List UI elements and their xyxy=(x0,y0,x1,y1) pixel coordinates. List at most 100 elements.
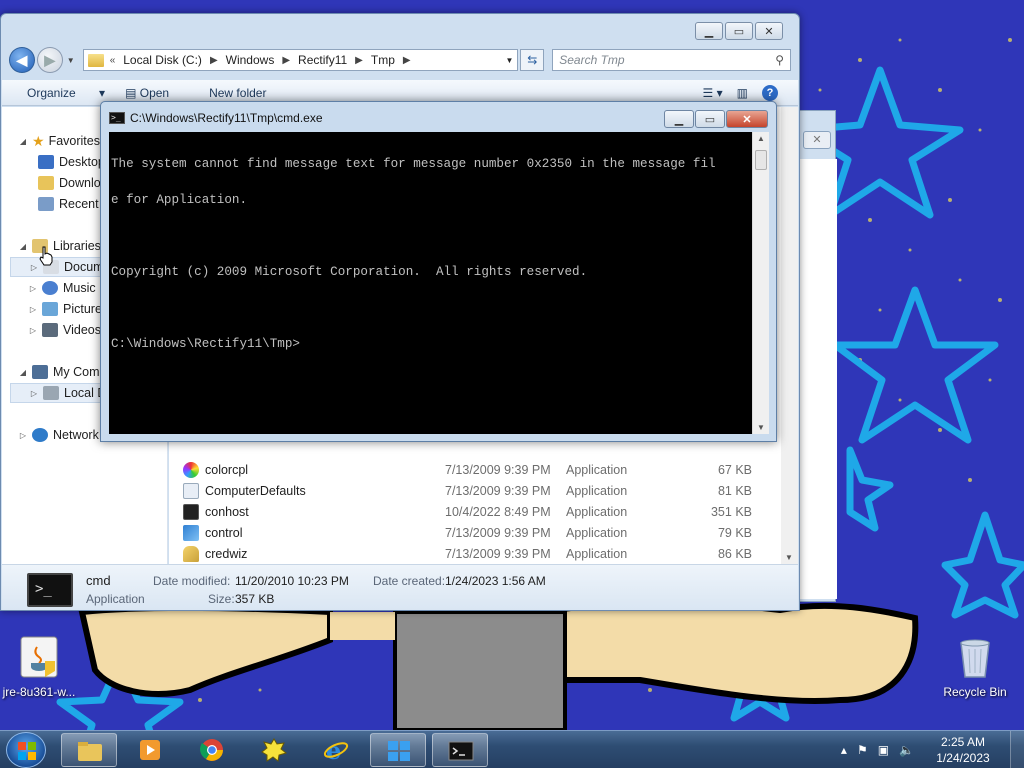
scroll-up-icon[interactable]: ▲ xyxy=(757,134,765,143)
console-prompt[interactable]: C:\Windows\Rectify11\Tmp> xyxy=(111,338,752,351)
cmd-window[interactable]: >_ C:\Windows\Rectify11\Tmp\cmd.exe ▁ ▭ … xyxy=(100,101,777,442)
file-row-control[interactable]: control 7/13/2009 9:39 PM Application 79… xyxy=(183,522,783,543)
collapse-arrow-icon[interactable]: ◢ xyxy=(18,242,28,251)
collapse-arrow-icon[interactable]: ◢ xyxy=(18,137,28,146)
recent-pages-dropdown[interactable]: ▼ xyxy=(67,56,79,65)
breadcrumb-rectify11[interactable]: Rectify11 xyxy=(298,53,347,67)
organize-button[interactable]: Organize ▾ xyxy=(27,86,105,100)
recycle-bin-icon xyxy=(951,633,999,681)
expand-arrow-icon[interactable]: ▷ xyxy=(29,389,39,398)
expand-arrow-icon[interactable]: ▷ xyxy=(28,326,38,335)
taskbar-bin-app[interactable] xyxy=(246,733,302,767)
breadcrumb-local-disk[interactable]: Local Disk (C:) xyxy=(123,53,202,67)
close-button[interactable]: ✕ xyxy=(726,110,768,128)
search-placeholder: Search Tmp xyxy=(559,53,625,67)
date-modified-label: Date modified: xyxy=(153,574,231,588)
address-dropdown[interactable]: ▼ xyxy=(505,56,513,65)
expand-arrow-icon[interactable]: ▷ xyxy=(28,305,38,314)
folder-icon xyxy=(78,742,102,761)
breadcrumb-separator[interactable]: ▶ xyxy=(282,55,290,66)
drive-icon xyxy=(43,386,59,400)
nav-item-libraries[interactable]: ◢ Libraries xyxy=(18,236,101,256)
nav-item-recent[interactable]: Recent xyxy=(38,194,99,214)
show-desktop-button[interactable] xyxy=(1010,731,1024,768)
help-icon[interactable]: ? xyxy=(762,84,778,101)
file-row-credwiz[interactable]: credwiz 7/13/2009 9:39 PM Application 86… xyxy=(183,543,783,564)
expand-arrow-icon[interactable]: ▷ xyxy=(28,284,38,293)
file-list-scrollbar[interactable]: ▼ xyxy=(781,107,798,564)
address-bar[interactable]: « Local Disk (C:) ▶ Windows ▶ Rectify11 … xyxy=(82,49,519,71)
file-row-conhost[interactable]: conhost 10/4/2022 8:49 PM Application 35… xyxy=(183,501,783,522)
breadcrumb-separator[interactable]: ▶ xyxy=(403,55,411,66)
videos-icon xyxy=(42,323,58,337)
file-row-computerdefaults[interactable]: ComputerDefaults 7/13/2009 9:39 PM Appli… xyxy=(183,480,783,501)
breadcrumb-overflow[interactable]: « xyxy=(110,55,116,66)
hand-cursor-icon xyxy=(39,246,53,269)
refresh-button[interactable]: ⇆ xyxy=(520,49,545,71)
close-button[interactable]: ✕ xyxy=(755,22,783,40)
volume-icon[interactable]: 🔈 xyxy=(899,743,914,757)
size-label: Size: xyxy=(208,592,235,606)
scroll-down-icon[interactable]: ▼ xyxy=(757,423,765,432)
taskbar-start-menu-app[interactable] xyxy=(370,733,426,767)
forward-button[interactable]: ▶ xyxy=(36,47,63,73)
desktop-icon-recycle-bin[interactable]: Recycle Bin xyxy=(936,633,1014,699)
expand-arrow-icon[interactable]: ▷ xyxy=(29,263,39,272)
bin-app-icon xyxy=(261,738,287,762)
breadcrumb-tmp[interactable]: Tmp xyxy=(371,53,395,67)
taskbar-internet-explorer[interactable]: e xyxy=(308,733,364,767)
desktop-icon-label: Recycle Bin xyxy=(943,685,1007,699)
clock[interactable]: 2:25 AM 1/24/2023 xyxy=(924,734,1002,766)
preview-pane-button[interactable]: ▥ xyxy=(737,86,748,100)
folder-icon xyxy=(87,53,104,67)
console-icon: >_ xyxy=(109,112,125,124)
start-button[interactable] xyxy=(6,732,46,768)
console-icon xyxy=(183,503,199,520)
action-center-flag-icon[interactable]: ⚑ xyxy=(857,743,868,757)
details-pane: >_ cmd Application Date modified: 11/20/… xyxy=(2,564,798,610)
breadcrumb-separator[interactable]: ▶ xyxy=(210,55,218,66)
close-icon[interactable]: ✕ xyxy=(803,131,831,149)
network-icon[interactable]: ▣ xyxy=(878,743,889,757)
navigation-bar: ◀ ▶ ▼ « Local Disk (C:) ▶ Windows ▶ Rect… xyxy=(9,46,791,74)
expand-arrow-icon[interactable]: ▷ xyxy=(18,431,28,440)
size-value: 357 KB xyxy=(235,592,275,606)
scroll-down-icon[interactable]: ▼ xyxy=(785,553,793,562)
maximize-button[interactable]: ▭ xyxy=(695,110,725,128)
nav-item-desktop[interactable]: Desktop xyxy=(38,152,105,172)
minimize-button[interactable]: ▁ xyxy=(695,22,723,40)
nav-item-pictures[interactable]: ▷ Pictures xyxy=(28,299,108,319)
search-input[interactable]: Search Tmp ⚲ xyxy=(552,49,791,71)
desktop-icon-java-installer[interactable]: jre-8u361-w... xyxy=(0,633,78,699)
taskbar-chrome[interactable] xyxy=(184,733,240,767)
new-folder-button[interactable]: New folder xyxy=(209,86,266,100)
nav-item-favorites[interactable]: ◢ ★ Favorites xyxy=(18,131,100,151)
nav-item-videos[interactable]: ▷ Videos xyxy=(28,320,101,340)
show-hidden-icons-icon[interactable]: ▴ xyxy=(841,743,847,757)
open-button[interactable]: ▤ Open xyxy=(125,86,189,100)
media-player-icon xyxy=(140,740,160,760)
color-icon xyxy=(183,461,199,478)
breadcrumb-windows[interactable]: Windows xyxy=(226,53,275,67)
taskbar-explorer[interactable] xyxy=(61,733,117,767)
scroll-thumb[interactable] xyxy=(755,150,767,170)
collapse-arrow-icon[interactable]: ◢ xyxy=(18,368,28,377)
key-icon xyxy=(183,545,199,562)
taskbar-media-player[interactable] xyxy=(122,733,178,767)
cmd-scrollbar[interactable]: ▲ ▼ xyxy=(752,132,769,434)
file-row-colorcpl[interactable]: colorcpl 7/13/2009 9:39 PM Application 6… xyxy=(183,459,783,480)
nav-item-music[interactable]: ▷ Music xyxy=(28,278,96,298)
nav-item-network[interactable]: ▷ Network xyxy=(18,425,99,445)
taskbar-cmd[interactable] xyxy=(432,733,488,767)
cmd-titlebar: >_ C:\Windows\Rectify11\Tmp\cmd.exe xyxy=(109,111,323,125)
date-created-label: Date created: xyxy=(373,574,446,588)
breadcrumb-separator[interactable]: ▶ xyxy=(355,55,363,66)
maximize-button[interactable]: ▭ xyxy=(725,22,753,40)
minimize-button[interactable]: ▁ xyxy=(664,110,694,128)
back-button[interactable]: ◀ xyxy=(9,47,35,73)
change-view-button[interactable]: ☰ ▾ xyxy=(703,86,723,100)
console-icon xyxy=(448,741,474,761)
console-output[interactable]: The system cannot find message text for … xyxy=(109,132,752,434)
nav-item-computer[interactable]: ◢ My Comp xyxy=(18,362,106,382)
nav-item-downloads[interactable]: Downlo xyxy=(38,173,101,193)
